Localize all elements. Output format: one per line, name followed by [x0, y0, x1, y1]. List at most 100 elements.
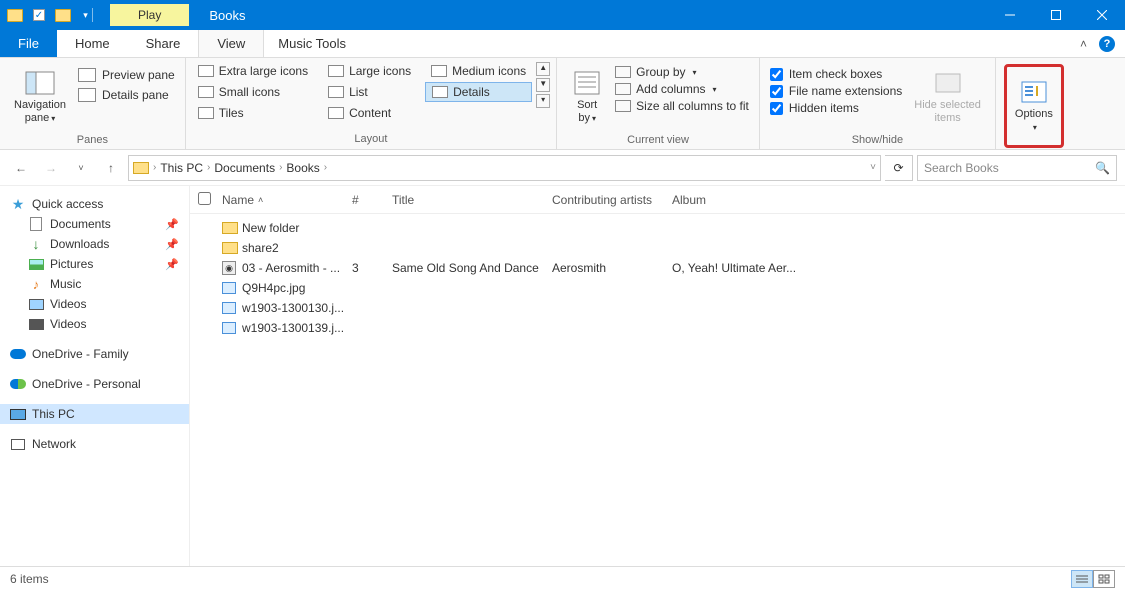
file-row[interactable]: ◉03 - Aerosmith - ...3Same Old Song And … [190, 258, 1125, 278]
star-icon: ★ [10, 197, 26, 211]
layout-details[interactable]: Details [425, 82, 532, 102]
size-columns-button[interactable]: Size all columns to fit [611, 98, 753, 114]
file-track-num: 3 [352, 261, 392, 275]
layout-more[interactable]: ▾ [536, 94, 550, 108]
file-name-extensions-toggle[interactable]: File name extensions [766, 83, 906, 99]
group-by-button[interactable]: Group by▾ [611, 64, 753, 80]
select-all-checkbox[interactable] [198, 192, 211, 205]
address-dropdown-icon[interactable]: ˅ [870, 162, 876, 173]
hide-selected-items-button[interactable]: Hide selected items [906, 62, 989, 132]
column-name[interactable]: Name ˄ [222, 193, 352, 207]
breadcrumb-documents[interactable]: Documents [214, 161, 275, 175]
ribbon-collapse-icon[interactable]: ˄ [1080, 37, 1087, 51]
tree-downloads[interactable]: ↓Downloads📌 [0, 234, 189, 254]
up-button[interactable]: ↑ [98, 155, 124, 181]
monitor-icon [10, 407, 26, 421]
file-row[interactable]: New folder [190, 218, 1125, 238]
file-name: share2 [242, 241, 352, 255]
navigation-pane-button[interactable]: Navigation pane▾ [6, 62, 74, 132]
view-details-toggle[interactable] [1071, 570, 1093, 588]
layout-small-icons[interactable]: Small icons [192, 82, 314, 102]
file-row[interactable]: w1903-1300139.j... [190, 318, 1125, 338]
file-row[interactable]: w1903-1300130.j... [190, 298, 1125, 318]
view-thumbnails-toggle[interactable] [1093, 570, 1115, 588]
ribbon-group-layout: Extra large icons Large icons Medium ico… [186, 58, 557, 149]
tab-music-tools[interactable]: Music Tools [264, 30, 360, 57]
forward-button[interactable]: → [38, 155, 64, 181]
document-icon [28, 217, 44, 231]
back-button[interactable]: ← [8, 155, 34, 181]
layout-large-icons[interactable]: Large icons [322, 62, 417, 80]
sort-by-button[interactable]: Sort by▾ [563, 62, 611, 132]
layout-tiles[interactable]: Tiles [192, 104, 314, 122]
tree-this-pc[interactable]: This PC [0, 404, 189, 424]
file-album: O, Yeah! Ultimate Aer... [672, 261, 852, 275]
maximize-button[interactable] [1033, 0, 1079, 30]
network-icon [10, 437, 26, 451]
preview-pane-button[interactable]: Preview pane [74, 66, 179, 84]
tab-home[interactable]: Home [57, 30, 128, 57]
contextual-tab-play[interactable]: Play [110, 4, 189, 26]
layout-medium-icons[interactable]: Medium icons [425, 62, 532, 80]
tab-view[interactable]: View [198, 30, 264, 57]
status-item-count: 6 items [10, 572, 49, 586]
layout-scroll-up[interactable]: ▲ [536, 62, 550, 76]
breadcrumb-books[interactable]: Books [286, 161, 319, 175]
folder-icon [222, 242, 238, 254]
tree-videos[interactable]: Videos [0, 294, 189, 314]
layout-extra-large-icons[interactable]: Extra large icons [192, 62, 314, 80]
file-name: 03 - Aerosmith - ... [242, 261, 352, 275]
pin-icon: 📌 [165, 238, 179, 251]
file-artist: Aerosmith [552, 261, 672, 275]
layout-content[interactable]: Content [322, 104, 417, 122]
tree-network[interactable]: Network [0, 434, 189, 454]
layout-list[interactable]: List [322, 82, 417, 102]
address-bar[interactable]: › This PC › Documents › Books › ˅ [128, 155, 881, 181]
qat-dropdown[interactable]: ▾ [76, 4, 98, 26]
tree-quick-access[interactable]: ★Quick access [0, 194, 189, 214]
layout-scroll-down[interactable]: ▼ [536, 78, 550, 92]
pictures-icon [28, 257, 44, 271]
chevron-right-icon[interactable]: › [279, 162, 282, 173]
tree-onedrive-personal[interactable]: OneDrive - Personal [0, 374, 189, 394]
search-input[interactable]: Search Books 🔍 [917, 155, 1117, 181]
recent-locations-button[interactable]: ˅ [68, 155, 94, 181]
search-placeholder: Search Books [924, 161, 999, 175]
tree-documents[interactable]: Documents📌 [0, 214, 189, 234]
refresh-button[interactable]: ⟳ [885, 155, 913, 181]
chevron-right-icon[interactable]: › [153, 162, 156, 173]
column-title[interactable]: Title [392, 193, 552, 207]
tree-pictures[interactable]: Pictures📌 [0, 254, 189, 274]
tree-music[interactable]: ♪Music [0, 274, 189, 294]
column-headers[interactable]: Name ˄ # Title Contributing artists Albu… [190, 186, 1125, 214]
column-artists[interactable]: Contributing artists [552, 193, 672, 207]
image-file-icon [222, 282, 236, 294]
details-pane-button[interactable]: Details pane [74, 86, 179, 104]
file-row[interactable]: share2 [190, 238, 1125, 258]
ribbon-group-show-hide: Item check boxes File name extensions Hi… [760, 58, 996, 149]
qat-folder-icon[interactable] [4, 4, 26, 26]
music-icon: ♪ [28, 277, 44, 291]
add-columns-button[interactable]: Add columns▾ [611, 81, 753, 97]
tab-share[interactable]: Share [128, 30, 199, 57]
qat-check-icon[interactable]: ✓ [28, 4, 50, 26]
close-button[interactable] [1079, 0, 1125, 30]
tree-videos-2[interactable]: Videos [0, 314, 189, 334]
qat-folder2-icon[interactable] [52, 4, 74, 26]
chevron-right-icon[interactable]: › [207, 162, 210, 173]
file-list-area: Name ˄ # Title Contributing artists Albu… [190, 186, 1125, 566]
navigation-tree[interactable]: ★Quick access Documents📌 ↓Downloads📌 Pic… [0, 186, 190, 566]
options-button[interactable]: Options▾ [1007, 67, 1061, 145]
column-album[interactable]: Album [672, 193, 852, 207]
file-row[interactable]: Q9H4pc.jpg [190, 278, 1125, 298]
column-num[interactable]: # [352, 193, 392, 207]
hidden-items-toggle[interactable]: Hidden items [766, 100, 906, 116]
tab-file[interactable]: File [0, 30, 57, 57]
minimize-button[interactable] [987, 0, 1033, 30]
chevron-right-icon[interactable]: › [324, 162, 327, 173]
item-check-boxes-toggle[interactable]: Item check boxes [766, 66, 906, 82]
tree-onedrive-family[interactable]: OneDrive - Family [0, 344, 189, 364]
breadcrumb-this-pc[interactable]: This PC [160, 161, 203, 175]
file-name: w1903-1300139.j... [242, 321, 352, 335]
help-icon[interactable]: ? [1099, 36, 1115, 52]
